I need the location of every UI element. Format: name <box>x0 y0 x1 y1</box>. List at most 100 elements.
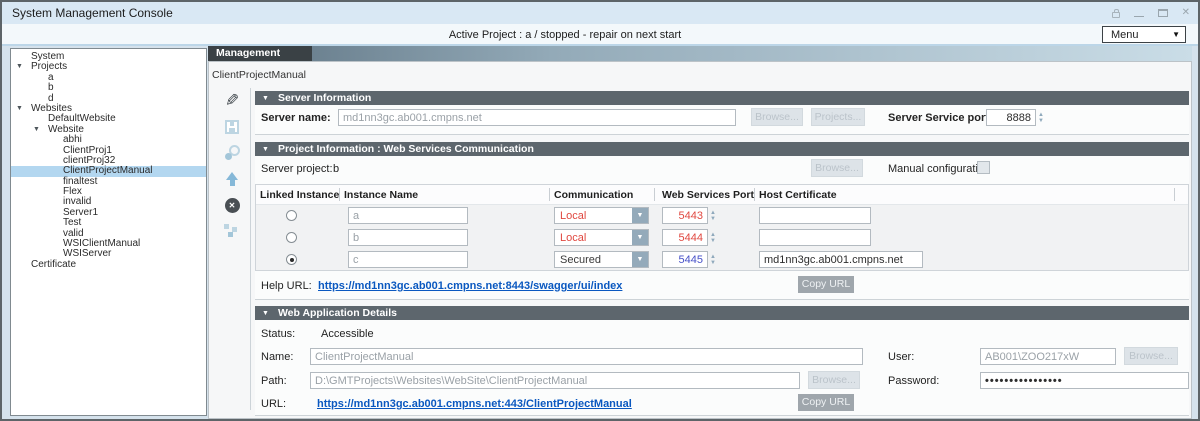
manual-configuration-checkbox[interactable] <box>977 161 990 174</box>
tree-item-invalid[interactable]: invalid <box>11 197 206 207</box>
spin-down-icon[interactable] <box>710 238 720 244</box>
linked-radio-c[interactable] <box>286 254 297 265</box>
name-input[interactable] <box>310 348 863 365</box>
help-copy-url-button[interactable]: Copy URL <box>798 276 854 293</box>
column-divider <box>1174 188 1175 201</box>
column-divider <box>754 188 755 201</box>
menu-dropdown-label: Menu <box>1103 29 1172 41</box>
project-browse-button[interactable]: Browse... <box>811 159 863 177</box>
certificate-input-a[interactable] <box>759 207 871 224</box>
port-spinner-c[interactable] <box>710 251 720 268</box>
maximize-button[interactable] <box>1158 9 1168 17</box>
column-divider <box>339 188 340 201</box>
dropdown-arrow-icon[interactable] <box>632 230 648 245</box>
server-browse-button[interactable]: Browse... <box>751 108 803 126</box>
tree-item-a[interactable]: a <box>11 73 206 83</box>
navigation-tree: System Projects a b d Websites DefaultWe… <box>10 48 207 416</box>
instance-name-input-b[interactable] <box>348 229 468 246</box>
section-server-information: Server Information Server name: Browse..… <box>255 91 1189 135</box>
column-divider <box>549 188 550 201</box>
sync-button[interactable] <box>219 142 245 164</box>
password-input[interactable] <box>980 372 1189 389</box>
path-input[interactable] <box>310 372 800 389</box>
server-name-input[interactable] <box>338 109 736 126</box>
linked-radio-a[interactable] <box>286 210 297 221</box>
server-project-label: Server project: <box>261 163 333 175</box>
section-header[interactable]: Server Information <box>255 91 1189 105</box>
upload-button[interactable] <box>219 168 245 190</box>
tree-item-projects[interactable]: Projects <box>11 62 206 72</box>
tab-management[interactable]: Management <box>208 46 312 61</box>
certificate-input-b[interactable] <box>759 229 871 246</box>
section-header[interactable]: Web Application Details <box>255 306 1189 320</box>
communication-select-b[interactable]: Local <box>554 229 649 246</box>
expanded-arrow-icon[interactable] <box>33 125 40 135</box>
col-instance-name: Instance Name <box>344 189 418 201</box>
service-port-spinner[interactable] <box>1038 109 1048 126</box>
table-header: Linked Instance Instance Name Communicat… <box>256 185 1188 205</box>
close-button[interactable] <box>1182 2 1190 24</box>
table-row-instance-c: Secured <box>256 249 1188 271</box>
port-spinner-b[interactable] <box>710 229 720 246</box>
linked-radio-b[interactable] <box>286 232 297 243</box>
instance-name-input-a[interactable] <box>348 207 468 224</box>
port-input-b[interactable] <box>662 229 708 246</box>
tab-strip: Management <box>208 46 1192 61</box>
instances-table: Linked Instance Instance Name Communicat… <box>255 184 1189 271</box>
port-input-c[interactable] <box>662 251 708 268</box>
expanded-arrow-icon[interactable] <box>16 62 23 72</box>
user-input[interactable] <box>980 348 1116 365</box>
window-title: System Management Console <box>12 6 173 20</box>
help-url-label: Help URL: <box>261 280 312 292</box>
cancel-button[interactable] <box>219 194 245 216</box>
management-page: ClientProjectManual Server Information S… <box>208 61 1192 419</box>
path-browse-button[interactable]: Browse... <box>808 371 860 389</box>
tree-item-defaultwebsite[interactable]: DefaultWebsite <box>11 114 206 124</box>
status-bar: Active Project : a / stopped - repair on… <box>2 24 1198 46</box>
sync-link-icon <box>224 145 240 161</box>
expanded-arrow-icon[interactable] <box>16 104 23 114</box>
sitemap-button[interactable] <box>219 220 245 242</box>
tree-item-test[interactable]: Test <box>11 218 206 228</box>
tree-item-flex[interactable]: Flex <box>11 187 206 197</box>
spin-down-icon[interactable] <box>1038 118 1048 124</box>
minimize-button[interactable] <box>1134 16 1144 17</box>
spin-down-icon[interactable] <box>710 260 720 266</box>
tree-item-certificate[interactable]: Certificate <box>11 260 206 270</box>
service-port-input[interactable] <box>986 109 1036 126</box>
status-label: Status: <box>261 328 295 340</box>
tree-item-clientprojectmanual[interactable]: ClientProjectManual <box>11 166 206 176</box>
dropdown-arrow-icon[interactable] <box>632 252 648 267</box>
port-spinner-a[interactable] <box>710 207 720 224</box>
window-controls <box>1112 2 1190 24</box>
collapse-arrow-icon <box>262 95 269 102</box>
menu-dropdown[interactable]: Menu <box>1102 26 1186 43</box>
spin-down-icon[interactable] <box>710 216 720 222</box>
url-copy-url-button[interactable]: Copy URL <box>798 394 854 411</box>
save-floppy-icon <box>225 120 239 134</box>
edit-pencil-icon <box>225 91 239 111</box>
section-project-information: Project Information : Web Services Commu… <box>255 142 1189 300</box>
collapse-arrow-icon <box>262 310 269 317</box>
help-url-link[interactable]: https://md1nn3gc.ab001.cmpns.net:8443/sw… <box>318 280 622 292</box>
dropdown-arrow-icon[interactable] <box>632 208 648 223</box>
tree-item-server1[interactable]: Server1 <box>11 208 206 218</box>
user-browse-button[interactable]: Browse... <box>1124 347 1178 365</box>
tree-item-b[interactable]: b <box>11 83 206 93</box>
communication-select-a[interactable]: Local <box>554 207 649 224</box>
certificate-input-c[interactable] <box>759 251 923 268</box>
col-linked-instance: Linked Instance <box>260 189 339 201</box>
status-value: Accessible <box>321 328 374 340</box>
app-window: System Management Console Active Project… <box>0 0 1200 421</box>
port-input-a[interactable] <box>662 207 708 224</box>
chevron-down-icon <box>1172 30 1185 39</box>
section-header[interactable]: Project Information : Web Services Commu… <box>255 142 1189 156</box>
projects-button[interactable]: Projects... <box>811 108 865 126</box>
tree-item-finaltest[interactable]: finaltest <box>11 177 206 187</box>
communication-select-c[interactable]: Secured <box>554 251 649 268</box>
save-button[interactable] <box>219 116 245 138</box>
tree-item-website[interactable]: Website <box>11 125 206 135</box>
instance-name-input-c[interactable] <box>348 251 468 268</box>
edit-button[interactable] <box>219 90 245 112</box>
web-app-url-link[interactable]: https://md1nn3gc.ab001.cmpns.net:443/Cli… <box>317 398 632 410</box>
